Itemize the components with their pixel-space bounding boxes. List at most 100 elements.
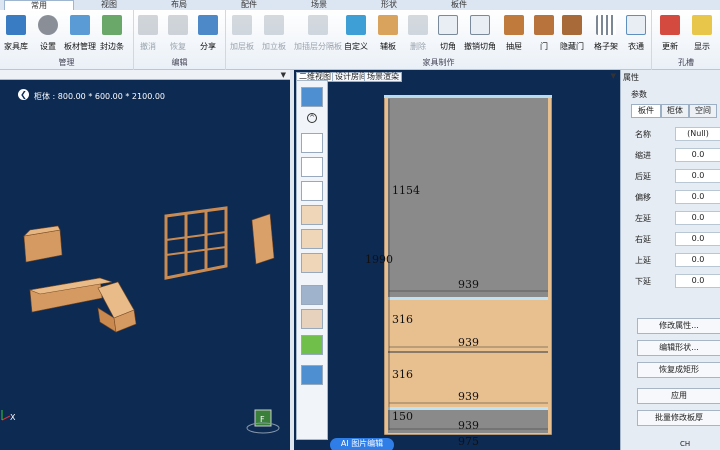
3d-view-panel[interactable]: ▼ ❮ 柜体 : 800.00 * 600.00 * 2100.00 F X [0,70,290,450]
field-bottom-extend: 下延 0.0 [635,274,720,288]
field-right-extend: 右延 0.0 [635,232,720,246]
delete-button[interactable]: 删除 [408,13,428,55]
axis-x-label: X [10,413,16,422]
cabinet-2d-drawing[interactable] [384,95,552,435]
undo-icon [138,15,158,35]
left-board-tool[interactable] [301,205,323,225]
furniture-library-button[interactable]: 家具库 [4,13,28,55]
shelf-icon [232,15,252,35]
ribbon: 家具库 设置 板材管理 封边条 管理 撤消 恢复 分享 编辑 加层板 加立板 加… [0,10,720,70]
shelf-tool[interactable] [301,285,323,305]
field-left-extend: 左延 0.0 [635,211,720,225]
bottom-board-tool[interactable] [301,181,323,201]
partition-tool[interactable] [301,309,323,329]
update-icon [660,15,680,35]
ribbon-tabs: 常用 视图 布局 配件 场景 形状 板件 [0,0,720,10]
auxiliary-board-button[interactable]: 辅板 [378,13,398,55]
tall-shelf-model[interactable] [164,206,228,280]
tab-layout[interactable]: 布局 [144,0,214,10]
top-board-tool[interactable] [301,133,323,153]
group-holes: 更新 显示 孔槽 [652,10,720,70]
middle-board-tool[interactable] [301,157,323,177]
apply-button[interactable]: 应用 [637,388,720,404]
share-button[interactable]: 分享 [198,13,218,55]
drawer-icon [504,15,524,35]
top-board[interactable] [384,95,552,98]
aux-board-icon [378,15,398,35]
cut-corner-icon [438,15,458,35]
redo-icon [168,15,188,35]
dim-top-height: 1154 [392,184,420,197]
shelf-board-1[interactable] [388,297,548,300]
tab-scene-render[interactable]: 场景渲染 [364,72,402,82]
add-divider-button[interactable]: 加插层分隔板 [294,13,342,55]
cabinet-model-small[interactable] [23,225,63,263]
field-offset: 偏移 0.0 [635,190,720,204]
group-furniture-making: 加层板 加立板 加插层分隔板 自定义 辅板 删除 切角 撤销切角 抽屉 门 隐藏… [226,10,652,70]
input-method-indicator: CH [680,440,691,448]
field-top-extend: 上延 0.0 [635,253,720,267]
svg-text:F: F [260,415,265,424]
custom-button[interactable]: 自定义 [344,13,368,55]
tab-board[interactable]: 板件 [424,0,494,10]
add-board-tool[interactable] [301,365,323,385]
2d-view-panel[interactable]: 二维视图 设计房间 场景渲染 ▼ 1154 1990 939 316 939 3… [294,70,620,450]
tab-shape[interactable]: 形状 [354,0,424,10]
tab-cabinet-props[interactable]: 柜体 [661,104,689,118]
green-board-tool[interactable] [301,335,323,355]
grid-rack-button[interactable]: 格子架 [594,13,618,55]
add-shelf-button[interactable]: 加层板 [230,13,254,55]
tab-accessories[interactable]: 配件 [214,0,284,10]
vertical-board-icon [264,15,284,35]
add-vertical-board-button[interactable]: 加立板 [262,13,286,55]
cabinet-model-l-shape[interactable] [28,277,137,333]
group-edit: 撤消 恢复 分享 编辑 [134,10,226,70]
hanging-rod-icon [626,15,646,35]
tab-scene[interactable]: 场景 [284,0,354,10]
undo-cut-corner-icon [470,15,490,35]
batch-thickness-button[interactable]: 批量修改板厚 [637,410,720,426]
redo-button[interactable]: 恢复 [168,13,188,55]
side-panel-model[interactable] [251,213,275,265]
update-button[interactable]: 更新 [660,13,680,55]
drawer-button[interactable]: 抽屉 [504,13,524,55]
parameters-label: 参数 [631,90,647,99]
settings-button[interactable]: 设置 [38,13,58,55]
tab-board-props[interactable]: 板件 [631,104,661,118]
dim-bottom: 150 [392,410,413,423]
right-board-tool[interactable] [301,229,323,249]
ai-image-edit-button[interactable]: AI 图片编辑 [330,438,394,450]
back-board-tool[interactable] [301,253,323,273]
hanging-rod-button[interactable]: 衣通 [626,13,646,55]
edge-banding-button[interactable]: 封边条 [100,13,124,55]
edit-shape-button[interactable]: 编辑形状... [637,340,720,356]
3d-scene[interactable]: F [0,70,290,450]
top-compartment[interactable] [388,97,548,297]
cut-corner-button[interactable]: 切角 [438,13,458,55]
properties-panel: 属性 参数 板件 柜体 空间 名称 (Null) 缩进 0.0 后延 0.0 偏移 0.… [620,70,720,450]
properties-title: 属性 [623,73,639,82]
dim-width-3: 939 [458,390,479,403]
dropdown-arrow-icon[interactable]: ▼ [611,72,616,80]
display-icon [692,15,712,35]
restore-rectangle-button[interactable]: 恢复成矩形 [637,362,720,378]
tab-space-props[interactable]: 空间 [689,104,717,118]
display-button[interactable]: 显示 [692,13,712,55]
tab-view[interactable]: 视图 [74,0,144,10]
door-button[interactable]: 门 [534,13,554,55]
grid-rack-icon [596,15,616,35]
dim-overall-height: 1990 [365,253,393,266]
3d-box-tool[interactable] [301,87,323,107]
collapse-icon[interactable]: ^ [307,113,317,123]
undo-cut-corner-button[interactable]: 撤销切角 [464,13,496,55]
view-cube-icon[interactable]: F [246,409,280,434]
dim-total-width: 975 [458,435,479,448]
undo-button[interactable]: 撤消 [138,13,158,55]
board-management-button[interactable]: 板材管理 [64,13,96,55]
tab-home[interactable]: 常用 [4,0,74,10]
modify-properties-button[interactable]: 修改属性... [637,318,720,334]
dim-mid-2: 316 [392,368,413,381]
delete-icon [408,15,428,35]
hidden-door-button[interactable]: 隐藏门 [560,13,584,55]
divider-line-1[interactable] [388,351,548,353]
